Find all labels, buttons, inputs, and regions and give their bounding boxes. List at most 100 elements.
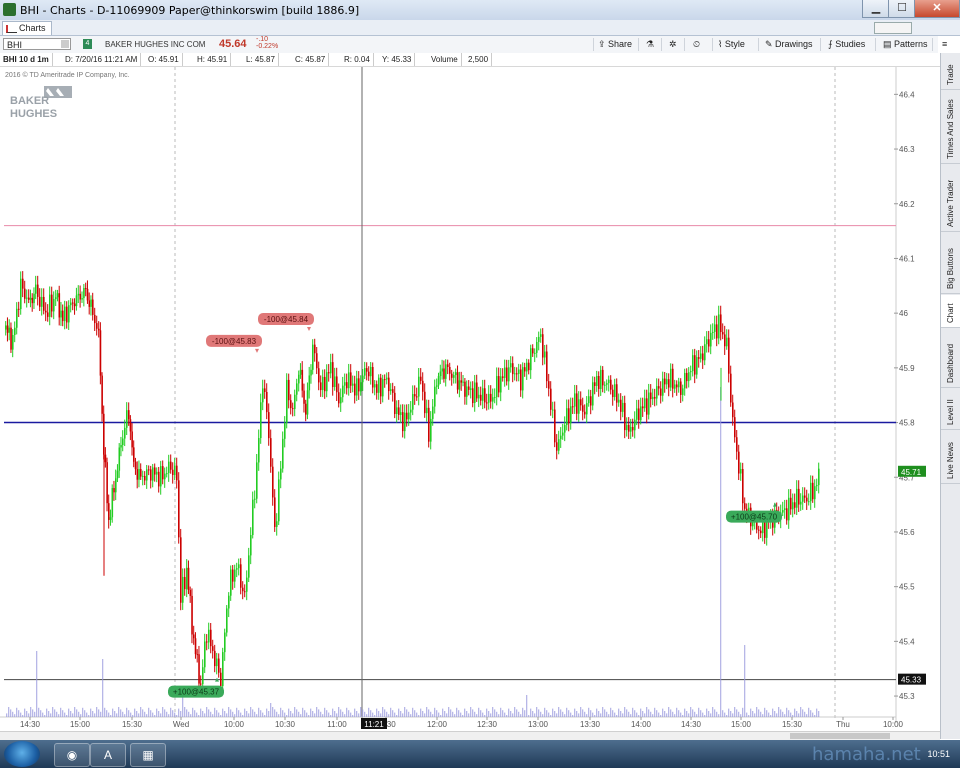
volume-bar: [756, 707, 758, 717]
taskbar-firefox[interactable]: ◉: [54, 743, 90, 767]
settings-button[interactable]: ✲: [669, 39, 677, 50]
taskbar-thinkorswim[interactable]: ▦: [130, 743, 166, 767]
volume-bar: [106, 710, 108, 717]
candle-body: [70, 302, 72, 306]
candle-body: [656, 386, 658, 399]
candle-body: [64, 306, 66, 322]
time-frame-button[interactable]: ⏲: [693, 39, 700, 50]
volume-bar: [510, 711, 512, 717]
price-chart[interactable]: BHI 10 d 1m D: 7/20/16 11:21 AM O: 45.91…: [0, 53, 940, 739]
candle-body: [56, 293, 59, 298]
tab-charts[interactable]: Charts: [2, 21, 52, 35]
candle-body: [568, 408, 570, 424]
candle-body: [518, 369, 520, 374]
candle-body: [394, 392, 396, 415]
candle-body: [408, 412, 410, 420]
chevron-down-icon[interactable]: [61, 40, 69, 48]
sidebar-tab-label: Level II: [946, 399, 955, 425]
candle-body: [62, 310, 64, 322]
candle-body: [428, 407, 430, 442]
volume-bar: [536, 707, 538, 717]
sidebar-tab-level-ii[interactable]: Level II: [941, 389, 960, 430]
toolbar-divider: [712, 38, 713, 51]
sidebar-tab-active-trader[interactable]: Active Trader: [941, 165, 960, 232]
candle-body: [468, 386, 470, 390]
style-button[interactable]: ⌇ Style: [718, 39, 745, 50]
link-icon[interactable]: 4: [83, 39, 92, 49]
candle-body: [596, 375, 598, 386]
patterns-button[interactable]: ▤ Patterns: [883, 39, 928, 50]
volume-bar: [358, 713, 360, 717]
volume-bar: [818, 711, 820, 717]
candle-body: [816, 485, 818, 487]
candle-body: [72, 302, 74, 304]
sidebar-tab-times-and-sales[interactable]: Times And Sales: [941, 91, 960, 164]
volume-bar: [340, 709, 342, 717]
volume-bar: [350, 712, 352, 717]
volume-bar: [674, 714, 676, 717]
candle-body: [453, 375, 455, 378]
layout-selector[interactable]: [874, 22, 912, 34]
candle-body: [250, 535, 252, 556]
volume-bar: [640, 708, 642, 717]
sidebar-tab-live-news[interactable]: Live News: [941, 431, 960, 484]
maximize-button[interactable]: ☐: [888, 0, 916, 18]
share-button[interactable]: ⇪ Share: [598, 39, 632, 50]
start-button[interactable]: [4, 741, 40, 767]
volume-bar: [56, 711, 58, 717]
volume-bar: [690, 707, 692, 717]
candlestick-plot[interactable]: 46.446.346.246.14645.945.845.745.645.545…: [0, 53, 940, 731]
candle-body: [314, 344, 316, 354]
x-tick-label: 15:30: [782, 720, 803, 729]
chart-tab-icon: [6, 25, 17, 33]
volume-bar: [38, 707, 40, 717]
sidebar-tab-big-buttons[interactable]: Big Buttons: [941, 233, 960, 294]
drawings-button[interactable]: ✎ Drawings: [765, 39, 813, 50]
candle-body: [418, 376, 420, 397]
candle-body: [301, 369, 304, 391]
candle-body: [354, 383, 356, 396]
candle-body: [437, 376, 440, 386]
sidebar-tab-label: Active Trader: [946, 179, 955, 227]
volume-bar: [184, 707, 186, 717]
studies-button[interactable]: ⨍ Studies: [828, 39, 865, 50]
candle-body: [636, 408, 638, 420]
candle-body: [222, 652, 224, 687]
sidebar-tab-dashboard[interactable]: Dashboard: [941, 329, 960, 388]
close-button[interactable]: ✕: [914, 0, 960, 18]
symbol-input[interactable]: BHI: [3, 38, 71, 50]
volume-bar: [160, 713, 162, 717]
volume-bar: [476, 714, 478, 717]
menu-button[interactable]: ≡: [942, 39, 947, 50]
candle-body: [610, 379, 612, 390]
minimize-button[interactable]: ▁: [862, 0, 890, 18]
x-tick-label: Thu: [836, 720, 850, 729]
change-value: -.10: [256, 36, 269, 43]
candle-body: [556, 442, 558, 451]
volume-bar: [130, 712, 132, 717]
sidebar-tab-trade[interactable]: Trade: [941, 55, 960, 90]
candle-body: [180, 537, 182, 603]
volume-bar: [442, 708, 444, 717]
taskbar-font-app[interactable]: A: [90, 743, 126, 767]
scrollbar-thumb[interactable]: [790, 733, 890, 739]
candle-body: [86, 288, 89, 301]
candle-body: [404, 412, 406, 432]
volume-bar: [286, 715, 288, 717]
flask-button[interactable]: ⚗: [646, 39, 654, 50]
candle-body: [416, 396, 418, 398]
volume-bar: [704, 715, 706, 717]
toolbar-divider: [593, 38, 594, 51]
volume-bar: [434, 707, 436, 717]
y-tick-label: 45.9: [899, 364, 915, 373]
volume-bar: [624, 707, 626, 717]
volume-bar: [660, 715, 662, 717]
volume-bar: [30, 707, 32, 717]
volume-bar: [780, 709, 782, 717]
candle-body: [328, 372, 330, 374]
volume-bar: [178, 708, 180, 717]
sidebar-tab-chart[interactable]: Chart: [941, 295, 960, 328]
volume-bar: [444, 711, 446, 717]
volume-bar: [598, 711, 600, 717]
volume-bar: [32, 709, 34, 717]
